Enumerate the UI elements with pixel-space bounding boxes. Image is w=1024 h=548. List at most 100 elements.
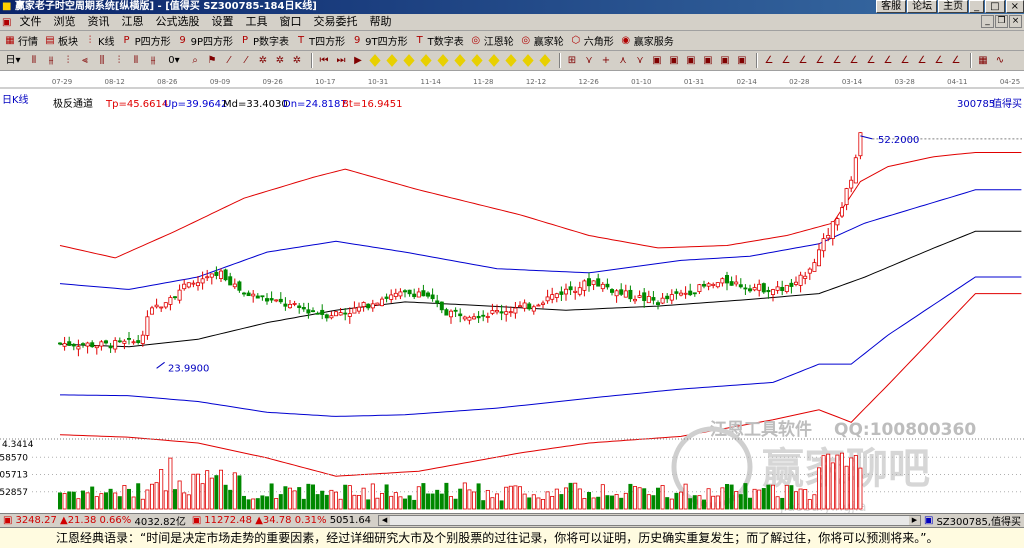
bar-tool-icon[interactable]: ⫵ xyxy=(44,53,58,69)
diamond-tool-icon[interactable] xyxy=(471,54,483,67)
square-tool-icon[interactable]: ▣ xyxy=(701,53,715,69)
fan-tool-icon[interactable]: ⋎ xyxy=(582,53,596,69)
gann-wheel-button[interactable]: ◎ 江恩轮 xyxy=(468,32,518,50)
menu-help[interactable]: 帮助 xyxy=(363,14,397,30)
menu-tools[interactable]: 工具 xyxy=(239,14,273,30)
table-tool-icon[interactable]: ▦ xyxy=(976,53,990,69)
diamond-tool-icon[interactable] xyxy=(488,54,500,67)
9p-square-button[interactable]: 9 9P四方形 xyxy=(175,32,237,50)
winner-wheel-button[interactable]: ◎ 赢家轮 xyxy=(518,32,568,50)
hexagon-button[interactable]: ⬡ 六角形 xyxy=(568,32,618,50)
diamond-tool-icon[interactable] xyxy=(386,54,398,67)
sh-index-block[interactable]: ▣ 3248.27 ▲21.38 0.66% 4032.82亿 xyxy=(0,513,189,528)
menu-trade[interactable]: 交易委托 xyxy=(307,14,363,30)
menu-window[interactable]: 窗口 xyxy=(273,14,307,30)
candle-tool-icon[interactable]: ⫴ xyxy=(129,53,143,69)
homepage-button[interactable]: 主页 xyxy=(938,0,969,13)
angle-tool-icon[interactable]: ∠ xyxy=(949,53,963,69)
angle-tool-icon[interactable]: ∠ xyxy=(898,53,912,69)
angle-tool-icon[interactable]: ∠ xyxy=(915,53,929,69)
first-bar-icon[interactable]: ⏮ xyxy=(317,53,331,69)
chart-header: 日K线 极反通道 Tp=45.6614 Up=39.9642 Md=33.403… xyxy=(2,93,1022,110)
p-square-button[interactable]: P P四方形 xyxy=(119,32,175,50)
gear-tool-icon[interactable]: ✲ xyxy=(273,53,287,69)
angle-tool-icon[interactable]: ∠ xyxy=(881,53,895,69)
menu-gann[interactable]: 江恩 xyxy=(115,14,149,30)
crosshair-icon[interactable]: + xyxy=(599,53,613,69)
gear-tool-icon[interactable]: ✲ xyxy=(256,53,270,69)
candle-body xyxy=(375,302,380,306)
angle-tool-icon[interactable]: ∠ xyxy=(779,53,793,69)
period-dropdown[interactable]: 日▾ xyxy=(2,53,24,69)
kline-button[interactable]: ⫶ K线 xyxy=(82,32,119,50)
candle-tool-icon[interactable]: ⫵ xyxy=(146,53,160,69)
diamond-tool-icon[interactable] xyxy=(369,54,381,67)
9t-square-button[interactable]: 9 9T四方形 xyxy=(349,32,411,50)
angle-tool-icon[interactable]: ∠ xyxy=(762,53,776,69)
square-tool-icon[interactable]: ▣ xyxy=(650,53,664,69)
last-bar-icon[interactable]: ⏭ xyxy=(334,53,348,69)
fan-tool-icon[interactable]: ⋎ xyxy=(633,53,647,69)
quotes-button[interactable]: ▦ 行情 xyxy=(2,32,42,50)
volume-bar xyxy=(605,495,610,510)
p-number-table-button[interactable]: P P数字表 xyxy=(237,32,293,50)
close-button[interactable]: × xyxy=(1005,0,1024,13)
square-tool-icon[interactable]: ▣ xyxy=(667,53,681,69)
sz-index-block[interactable]: ▣ 11272.48 ▲34.78 0.31% 5051.64 xyxy=(189,515,374,526)
square-tool-icon[interactable]: ▣ xyxy=(684,53,698,69)
diamond-tool-icon[interactable] xyxy=(539,54,551,67)
diamond-tool-icon[interactable] xyxy=(437,54,449,67)
play-icon[interactable]: ▶ xyxy=(351,53,365,69)
mode-dropdown[interactable]: 0▾ xyxy=(163,53,185,69)
candle-tool-icon[interactable]: ⫶ xyxy=(61,53,75,69)
mdi-close-button[interactable]: × xyxy=(1009,15,1022,28)
zoom-icon[interactable]: ⌕ xyxy=(188,53,202,69)
horizontal-scrollbar[interactable]: ◀ ▶ xyxy=(378,515,921,526)
gear-tool-icon[interactable]: ✲ xyxy=(290,53,304,69)
line-tool-icon[interactable]: ⁄ xyxy=(239,53,253,69)
mdi-minimize-button[interactable]: _ xyxy=(981,15,994,28)
candle-tool-icon[interactable]: ⫶ xyxy=(112,53,126,69)
volume-bar xyxy=(384,484,389,510)
wave-tool-icon[interactable]: ∿ xyxy=(993,53,1007,69)
kefu-button[interactable]: 客服 xyxy=(876,0,907,13)
date-tick-label: 04-11 xyxy=(947,78,967,86)
diamond-tool-icon[interactable] xyxy=(403,54,415,67)
square-tool-icon[interactable]: ▣ xyxy=(735,53,749,69)
menu-settings[interactable]: 设置 xyxy=(205,14,239,30)
angle-tool-icon[interactable]: ∠ xyxy=(932,53,946,69)
menu-file[interactable]: 文件 xyxy=(13,14,47,30)
angle-tool-icon[interactable]: ∠ xyxy=(847,53,861,69)
candle-tool-icon[interactable]: ⫼ xyxy=(95,53,109,69)
mdi-restore-button[interactable]: ❐ xyxy=(995,15,1008,28)
diamond-tool-icon[interactable] xyxy=(505,54,517,67)
bar-tool-icon[interactable]: ⫴ xyxy=(27,53,41,69)
line-tool-icon[interactable]: ⁄ xyxy=(222,53,236,69)
maximize-button[interactable]: □ xyxy=(985,0,1005,13)
diamond-tool-icon[interactable] xyxy=(454,54,466,67)
candle-tool-icon[interactable]: ⫷ xyxy=(78,53,92,69)
angle-tool-icon[interactable]: ∠ xyxy=(864,53,878,69)
kline-chart-panel[interactable]: 07-29 08-12 08-26 09-09 09-26 10-17 10-31 11-14… xyxy=(0,71,1024,513)
winner-service-button[interactable]: ◉ 赢家服务 xyxy=(618,32,678,50)
menu-formula[interactable]: 公式选股 xyxy=(149,14,205,30)
flag-icon[interactable]: ⚑ xyxy=(205,53,219,69)
fan-tool-icon[interactable]: ⋏ xyxy=(616,53,630,69)
diamond-tool-icon[interactable] xyxy=(420,54,432,67)
menu-browse[interactable]: 浏览 xyxy=(47,14,81,30)
square-tool-icon[interactable]: ▣ xyxy=(718,53,732,69)
minimize-button[interactable]: _ xyxy=(969,0,985,13)
scroll-left-icon[interactable]: ◀ xyxy=(379,516,391,525)
forum-button[interactable]: 论坛 xyxy=(907,0,938,13)
scroll-right-icon[interactable]: ▶ xyxy=(908,516,920,525)
sector-button[interactable]: ▤ 板块 xyxy=(42,32,82,50)
current-stock-block[interactable]: ▣ SZ300785,值得买 xyxy=(921,513,1024,528)
angle-tool-icon[interactable]: ∠ xyxy=(830,53,844,69)
angle-tool-icon[interactable]: ∠ xyxy=(813,53,827,69)
diamond-tool-icon[interactable] xyxy=(522,54,534,67)
angle-tool-icon[interactable]: ∠ xyxy=(796,53,810,69)
cycle-tool-icon[interactable]: ⊞ xyxy=(565,53,579,69)
t-number-table-button[interactable]: T T数字表 xyxy=(412,32,468,50)
t-square-button[interactable]: T T四方形 xyxy=(293,32,349,50)
menu-info[interactable]: 资讯 xyxy=(81,14,115,30)
